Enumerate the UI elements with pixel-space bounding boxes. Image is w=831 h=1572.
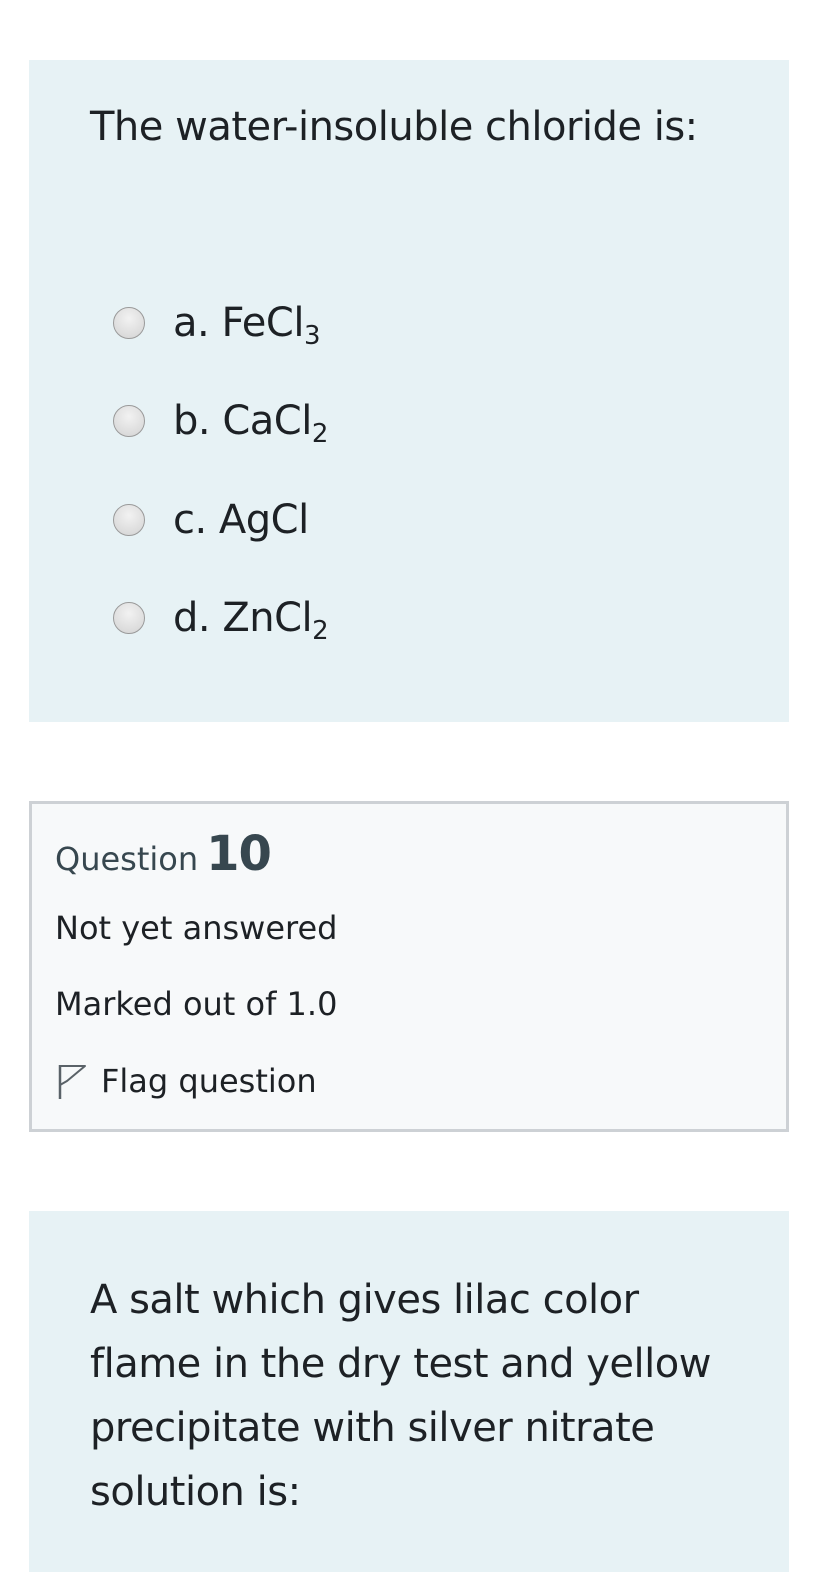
flag-question-link[interactable]: Flag question: [55, 1061, 317, 1101]
question-info-box: Question 10 Not yet answered Marked out o…: [29, 801, 789, 1132]
answer-option-d[interactable]: d. ZnCl2: [113, 590, 613, 650]
question-grade: Marked out of 1.0: [55, 985, 338, 1023]
flag-outline-icon[interactable]: [55, 1061, 89, 1101]
answer-option-c[interactable]: c. AgCl: [113, 492, 613, 552]
question-number: 10: [206, 826, 272, 882]
answer-label-b[interactable]: b. CaCl2: [173, 393, 328, 449]
radio-button-d[interactable]: [113, 602, 145, 634]
radio-button-a[interactable]: [113, 307, 145, 339]
radio-button-c[interactable]: [113, 504, 145, 536]
answer-label-d[interactable]: d. ZnCl2: [173, 590, 329, 646]
question-9-formulation: The water-insoluble chloride is: a. FeCl…: [29, 60, 789, 722]
radio-button-b[interactable]: [113, 405, 145, 437]
flag-question-label[interactable]: Flag question: [101, 1062, 317, 1100]
answer-label-c[interactable]: c. AgCl: [173, 492, 309, 548]
question-word: Question: [55, 840, 199, 878]
answer-option-b[interactable]: b. CaCl2: [113, 393, 613, 453]
question-10-formulation: A salt which gives lilac color flame in …: [29, 1211, 789, 1572]
question-text: A salt which gives lilac color flame in …: [90, 1277, 711, 1515]
question-text: The water-insoluble chloride is:: [90, 104, 698, 150]
answer-option-a[interactable]: a. FeCl3: [113, 295, 613, 355]
question-state: Not yet answered: [55, 909, 338, 947]
question-number-heading: Question 10: [55, 826, 272, 882]
answer-label-a[interactable]: a. FeCl3: [173, 295, 320, 351]
